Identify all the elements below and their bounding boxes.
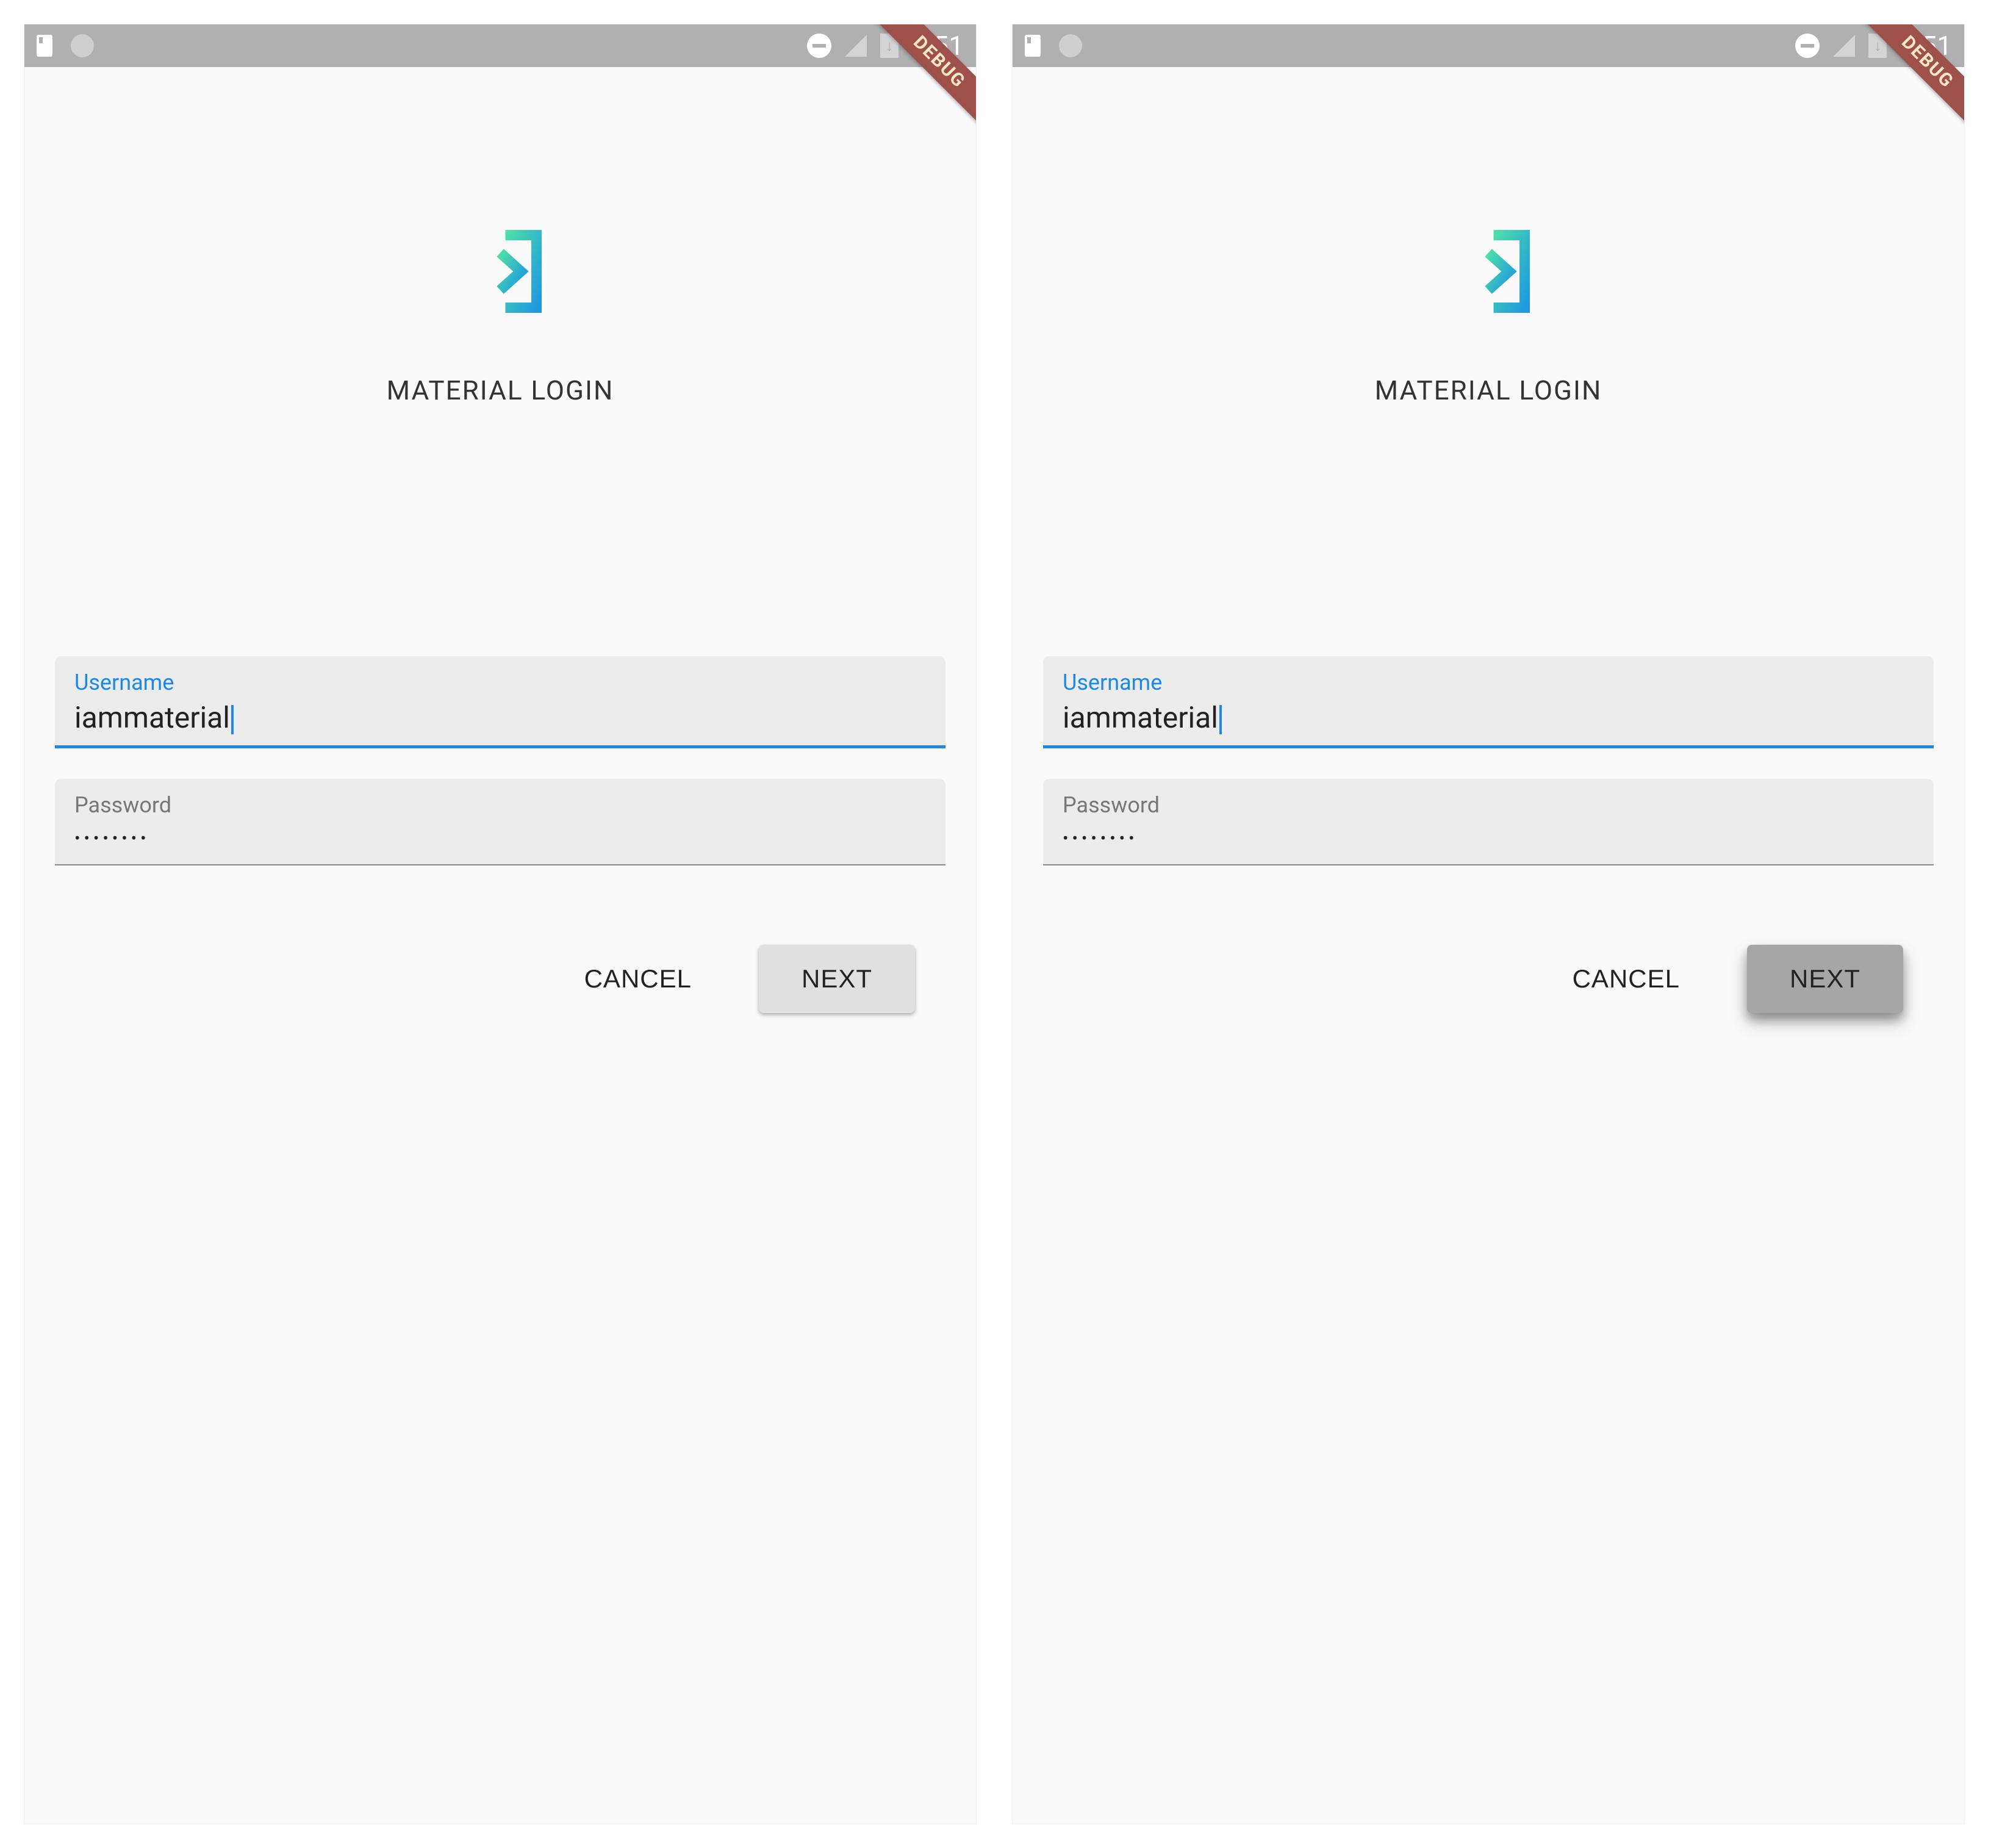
sim-icon: [37, 35, 52, 57]
password-label: Password: [1063, 792, 1914, 818]
username-field[interactable]: Username iammaterial: [1043, 656, 1934, 748]
status-bar: 8:51: [24, 24, 976, 67]
app-title: MATERIAL LOGIN: [1375, 374, 1602, 406]
signal-icon: [1833, 35, 1855, 57]
status-bar: 8:51: [1013, 24, 1964, 67]
password-value: ••••••••: [74, 822, 926, 856]
cancel-button[interactable]: CANCEL: [578, 952, 698, 1006]
username-label: Username: [1063, 670, 1914, 695]
do-not-disturb-icon: [1795, 34, 1820, 58]
login-icon: [448, 220, 552, 326]
login-content: MATERIAL LOGIN Username iammaterial Pass…: [1013, 67, 1964, 1013]
do-not-disturb-icon: [807, 34, 831, 58]
voice-search-icon: [71, 34, 94, 57]
button-row: CANCEL NEXT: [24, 896, 976, 1013]
voice-search-icon: [1059, 34, 1082, 57]
button-row: CANCEL NEXT: [1013, 896, 1964, 1013]
username-label: Username: [74, 670, 926, 695]
cancel-button[interactable]: CANCEL: [1566, 952, 1686, 1006]
password-field[interactable]: Password ••••••••: [1043, 779, 1934, 865]
password-value: ••••••••: [1063, 822, 1914, 856]
login-icon: [1437, 220, 1540, 326]
next-button[interactable]: NEXT: [1747, 945, 1903, 1013]
sim-icon: [1025, 35, 1041, 57]
password-field[interactable]: Password ••••••••: [55, 779, 945, 865]
login-content: MATERIAL LOGIN Username iammaterial Pass…: [24, 67, 976, 1013]
username-value: iammaterial: [74, 699, 234, 737]
phone-screen-right: 8:51 DEBUG MATERIAL LOGIN: [1013, 24, 1964, 1824]
password-label: Password: [74, 792, 926, 818]
next-button[interactable]: NEXT: [759, 945, 915, 1013]
signal-icon: [845, 35, 867, 57]
phone-screen-left: 8:51 DEBUG MATERIAL LOGIN: [24, 24, 976, 1824]
username-field[interactable]: Username iammaterial: [55, 656, 945, 748]
app-title: MATERIAL LOGIN: [387, 374, 614, 406]
username-value: iammaterial: [1063, 699, 1222, 737]
